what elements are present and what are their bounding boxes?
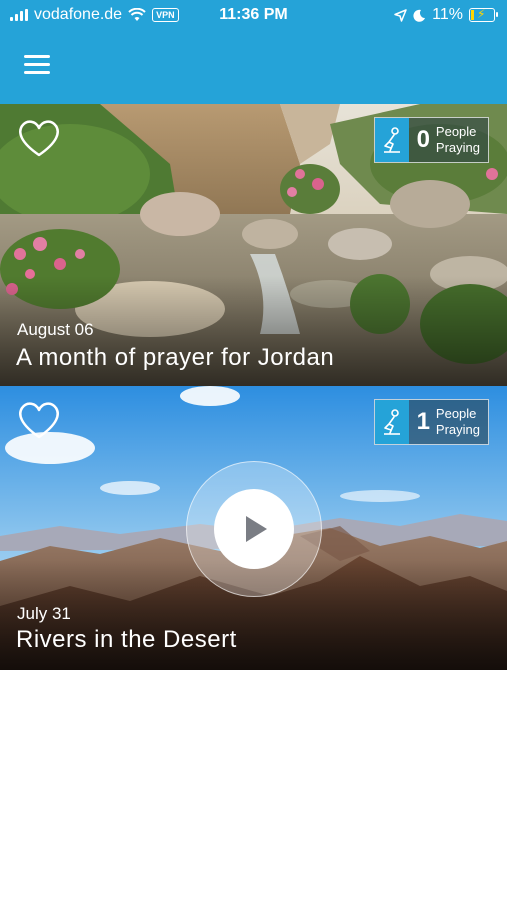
- card-date: July 31: [17, 604, 71, 623]
- people-praying-badge[interactable]: 1 People Praying: [373, 399, 489, 445]
- app-header: vodafone.de VPN 11:36 PM 11% ⚡: [0, 0, 507, 104]
- praying-count: 0: [416, 126, 430, 153]
- card-title[interactable]: A month of prayer for Jordan: [16, 344, 334, 372]
- favorite-heart-icon[interactable]: [16, 118, 62, 158]
- praying-hands-icon: [374, 400, 409, 444]
- praying-hands-icon: [374, 118, 409, 162]
- prayer-video-card[interactable]: 1 People Praying July 31 Rivers in the D…: [0, 386, 507, 670]
- card-date: August 06: [17, 320, 94, 339]
- play-icon: [214, 489, 294, 569]
- status-right: 11% ⚡: [394, 6, 498, 24]
- location-arrow-icon: [394, 8, 407, 22]
- moon-icon: [413, 9, 426, 22]
- people-praying-badge[interactable]: 0 People Praying: [373, 117, 489, 163]
- praying-count: 1: [416, 408, 430, 435]
- favorite-heart-icon[interactable]: [16, 400, 62, 440]
- hamburger-menu-icon[interactable]: [24, 54, 52, 76]
- praying-label: People Praying: [435, 406, 480, 437]
- card-title[interactable]: Rivers in the Desert: [16, 626, 237, 654]
- play-video-button[interactable]: [186, 461, 322, 597]
- battery-charging-icon: ⚡: [469, 7, 498, 22]
- prayer-card[interactable]: 0 People Praying August 06 A month of pr…: [0, 104, 507, 386]
- battery-percent: 11%: [432, 6, 463, 23]
- status-bar: vodafone.de VPN 11:36 PM 11% ⚡: [0, 0, 507, 30]
- praying-label: People Praying: [435, 124, 480, 155]
